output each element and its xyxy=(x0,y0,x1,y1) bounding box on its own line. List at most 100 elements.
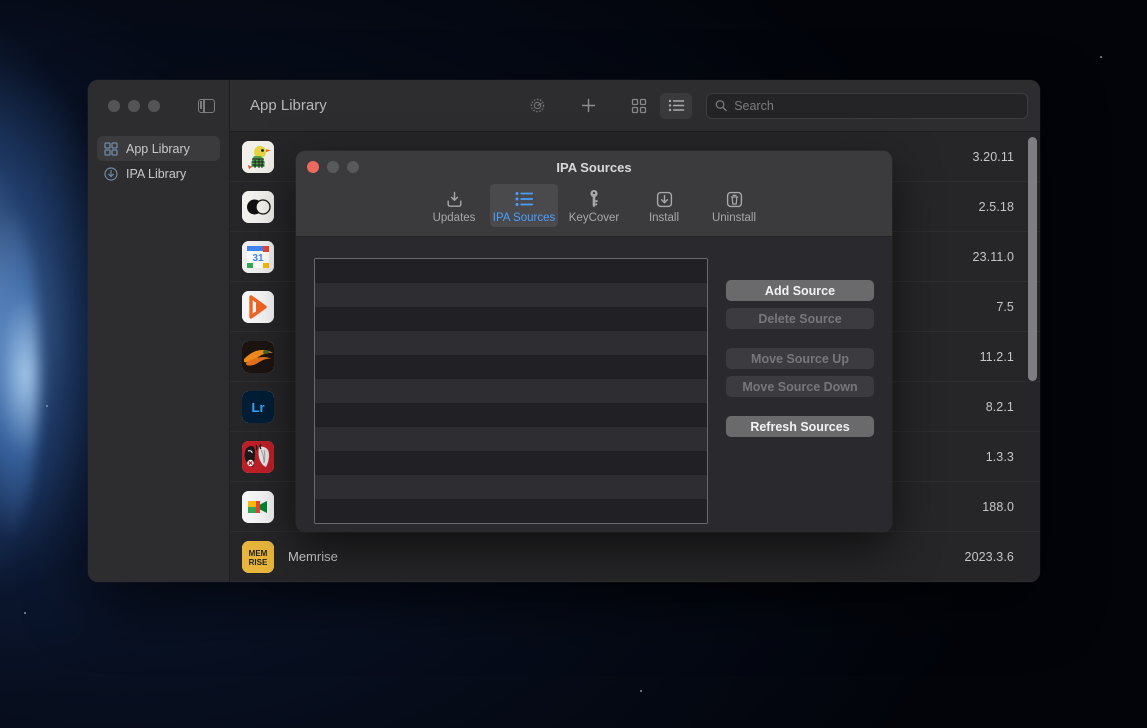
app-version: 11.2.1 xyxy=(979,349,1014,364)
list-view-button[interactable] xyxy=(660,92,692,119)
dialog-minimize-button[interactable] xyxy=(327,161,339,173)
svg-text:RISE: RISE xyxy=(249,558,268,567)
grid-view-icon xyxy=(631,98,647,113)
tab-ipa-sources[interactable]: IPA Sources xyxy=(490,184,558,227)
dialog-zoom-button[interactable] xyxy=(347,161,359,173)
duckduckgo-icon xyxy=(242,140,274,173)
add-button[interactable] xyxy=(572,93,604,119)
install-down-icon xyxy=(655,188,674,210)
svg-text:MEM: MEM xyxy=(249,549,268,558)
dialog-tab-bar: Updates IPA Sources KeyCover Install Uni… xyxy=(296,183,892,237)
app-version: 3.20.11 xyxy=(972,149,1014,164)
page-title: App Library xyxy=(250,97,327,114)
tab-label: KeyCover xyxy=(568,212,620,224)
source-row[interactable] xyxy=(315,475,707,499)
tab-uninstall[interactable]: Uninstall xyxy=(700,184,768,227)
sidebar-toggle-icon[interactable] xyxy=(198,98,215,114)
scrollbar-thumb[interactable] xyxy=(1028,137,1037,381)
source-row[interactable] xyxy=(315,331,707,355)
tab-label: Updates xyxy=(432,212,476,224)
dialog-title: IPA Sources xyxy=(556,159,632,175)
sidebar-item-ipa-library[interactable]: IPA Library xyxy=(97,161,220,186)
move-source-down-button: Move Source Down xyxy=(726,376,874,397)
google-meet-icon xyxy=(242,490,274,523)
download-circle-icon xyxy=(104,166,118,181)
sidebar-item-list: App Library IPA Library xyxy=(88,132,229,186)
source-row[interactable] xyxy=(315,307,707,331)
source-row[interactable] xyxy=(315,283,707,307)
list-scrollbar[interactable] xyxy=(1028,137,1037,577)
lightroom-icon: Lr xyxy=(242,390,274,423)
app-version: 8.2.1 xyxy=(985,399,1014,414)
trash-icon xyxy=(725,188,744,210)
sidebar: App Library IPA Library xyxy=(88,80,230,582)
lightroom-cc-icon xyxy=(242,340,274,373)
kmplayer-icon xyxy=(242,290,274,323)
halide-icon xyxy=(242,190,274,223)
gear-icon xyxy=(530,98,544,113)
star xyxy=(1100,56,1102,58)
download-box-icon xyxy=(445,188,464,210)
star xyxy=(24,612,26,614)
settings-button[interactable] xyxy=(521,93,553,119)
star xyxy=(640,690,642,692)
source-row[interactable] xyxy=(315,379,707,403)
app-version: 1.3.3 xyxy=(985,449,1014,464)
tab-updates[interactable]: Updates xyxy=(420,184,488,227)
app-version: 23.11.0 xyxy=(972,249,1014,264)
close-button[interactable] xyxy=(108,100,120,112)
source-row[interactable] xyxy=(315,427,707,451)
sources-table[interactable] xyxy=(314,258,708,524)
ladybug-game-icon xyxy=(242,440,274,473)
ipa-sources-dialog: IPA Sources Updates IPA Sources KeyCover… xyxy=(296,151,892,532)
tab-install[interactable]: Install xyxy=(630,184,698,227)
main-toolbar: App Library xyxy=(230,80,1040,132)
search-input[interactable] xyxy=(734,98,1019,113)
app-version: 188.0 xyxy=(982,499,1014,514)
app-row[interactable]: MEM RISE Memrise 2023.3.6 xyxy=(230,532,1040,582)
bullet-list-icon xyxy=(515,188,534,210)
tab-label: Install xyxy=(648,212,680,224)
source-row[interactable] xyxy=(315,451,707,475)
sidebar-item-label: App Library xyxy=(126,141,190,156)
tab-label: Uninstall xyxy=(711,212,757,224)
star xyxy=(46,405,48,407)
source-row[interactable] xyxy=(315,403,707,427)
dialog-close-button[interactable] xyxy=(307,161,319,173)
google-calendar-icon: 31 xyxy=(242,240,274,273)
main-window-traffic-lights xyxy=(88,80,229,132)
app-version: 7.5 xyxy=(996,299,1014,314)
delete-source-button: Delete Source xyxy=(726,308,874,329)
button-group-gap xyxy=(726,404,874,416)
source-row[interactable] xyxy=(315,355,707,379)
source-row[interactable] xyxy=(315,499,707,523)
app-name: Memrise xyxy=(288,549,338,564)
sidebar-item-app-library[interactable]: App Library xyxy=(97,136,220,161)
add-source-button[interactable]: Add Source xyxy=(726,280,874,301)
tab-label: IPA Sources xyxy=(492,212,556,224)
zoom-button[interactable] xyxy=(148,100,160,112)
source-row[interactable] xyxy=(315,259,707,283)
dialog-action-buttons: Add Source Delete Source Move Source Up Mov… xyxy=(726,258,874,524)
move-source-up-button: Move Source Up xyxy=(726,348,874,369)
memrise-icon: MEM RISE xyxy=(242,540,274,573)
svg-text:Lr: Lr xyxy=(252,400,265,415)
earth-limb-glow xyxy=(0,210,40,540)
app-version: 2.5.18 xyxy=(978,199,1014,214)
dialog-body: Add Source Delete Source Move Source Up Mov… xyxy=(296,237,892,532)
minimize-button[interactable] xyxy=(128,100,140,112)
svg-text:31: 31 xyxy=(252,253,264,264)
tab-keycover[interactable]: KeyCover xyxy=(560,184,628,227)
sidebar-item-label: IPA Library xyxy=(126,166,187,181)
grid-icon xyxy=(104,141,118,156)
key-icon xyxy=(587,188,601,210)
refresh-sources-button[interactable]: Refresh Sources xyxy=(726,416,874,437)
grid-view-button[interactable] xyxy=(623,93,655,119)
app-version: 2023.3.6 xyxy=(964,549,1014,564)
plus-icon xyxy=(581,98,595,113)
button-group-gap xyxy=(726,336,874,348)
search-icon xyxy=(715,100,727,112)
list-view-icon xyxy=(668,99,684,112)
search-box[interactable] xyxy=(706,92,1028,119)
dialog-titlebar: IPA Sources xyxy=(296,151,892,183)
